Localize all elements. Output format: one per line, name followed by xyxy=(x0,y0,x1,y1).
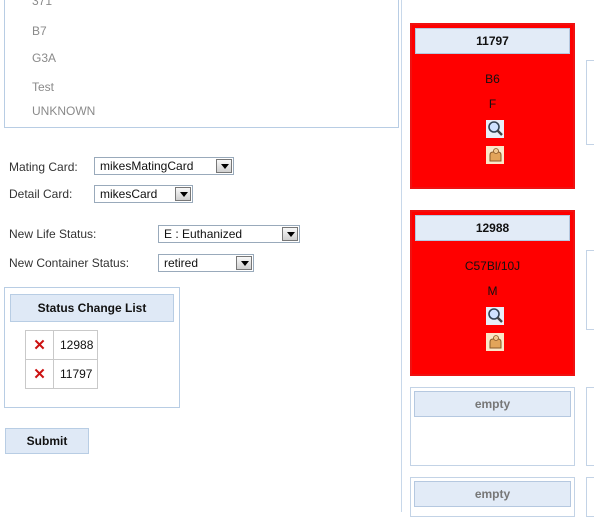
detail-card-label: Detail Card: xyxy=(9,187,73,201)
magnifier-icon[interactable] xyxy=(486,120,504,138)
cage-card-id[interactable]: empty xyxy=(414,391,571,417)
life-status-value: E : Euthanized xyxy=(164,227,243,241)
mating-card-label: Mating Card: xyxy=(9,160,78,174)
panel-divider xyxy=(401,0,402,512)
container-status-select[interactable]: retired xyxy=(158,254,254,272)
life-status-select[interactable]: E : Euthanized xyxy=(158,225,300,243)
mating-card-select[interactable]: mikesMatingCard xyxy=(94,157,234,175)
dropdown-arrow-icon[interactable] xyxy=(236,256,252,270)
dropdown-arrow-icon[interactable] xyxy=(282,227,298,241)
mating-card-value: mikesMatingCard xyxy=(100,159,194,173)
cage-card-empty[interactable]: empty xyxy=(410,477,575,517)
cage-card-fragment[interactable] xyxy=(586,60,594,145)
cage-card-id[interactable]: 12988 xyxy=(415,215,570,241)
detail-card-value: mikesCard xyxy=(100,187,158,201)
status-change-id: 12988 xyxy=(53,330,98,360)
life-status-label: New Life Status: xyxy=(9,227,97,241)
close-icon[interactable]: ✕ xyxy=(25,359,54,389)
submit-button[interactable]: Submit xyxy=(5,428,89,454)
status-change-id: 11797 xyxy=(53,359,98,389)
strain-item[interactable]: B7 xyxy=(32,24,47,38)
cage-card-strain: B6 xyxy=(485,72,500,86)
strain-list[interactable]: 371 B7 G3A Test UNKNOWN xyxy=(4,0,399,128)
status-change-list-title: Status Change List xyxy=(10,294,174,322)
dropdown-arrow-icon[interactable] xyxy=(175,187,191,201)
cage-card-fragment[interactable] xyxy=(586,250,594,330)
container-status-label: New Container Status: xyxy=(9,256,130,270)
strain-item[interactable]: Test xyxy=(32,80,54,94)
cage-card-fragment[interactable] xyxy=(586,387,594,466)
strain-item[interactable]: G3A xyxy=(32,51,56,65)
cage-card-empty[interactable]: empty xyxy=(410,387,575,466)
cage-card-fragment[interactable] xyxy=(586,477,594,517)
cage-card-id[interactable]: 11797 xyxy=(415,28,570,54)
cage-card[interactable]: 12988 C57Bl/10J M xyxy=(410,210,575,376)
close-icon[interactable]: ✕ xyxy=(25,330,54,360)
container-status-value: retired xyxy=(164,256,199,270)
status-change-table: ✕ 12988 ✕ 11797 xyxy=(25,330,98,389)
table-row: ✕ 11797 xyxy=(25,359,98,389)
detail-card-select[interactable]: mikesCard xyxy=(94,185,193,203)
cage-card-sex: F xyxy=(488,97,497,111)
strain-item[interactable]: 371 xyxy=(32,0,52,8)
status-change-list: Status Change List ✕ 12988 ✕ 11797 xyxy=(4,287,180,408)
cage-card-strain: C57Bl/10J xyxy=(464,259,521,273)
cage-card-id[interactable]: empty xyxy=(414,481,571,507)
cage-card[interactable]: 11797 B6 F xyxy=(410,23,575,189)
hand-icon[interactable] xyxy=(486,146,504,164)
dropdown-arrow-icon[interactable] xyxy=(216,159,232,173)
hand-icon[interactable] xyxy=(486,333,504,351)
magnifier-icon[interactable] xyxy=(486,307,504,325)
cage-card-sex: M xyxy=(487,284,498,298)
table-row: ✕ 12988 xyxy=(25,330,98,360)
strain-item[interactable]: UNKNOWN xyxy=(32,104,95,118)
